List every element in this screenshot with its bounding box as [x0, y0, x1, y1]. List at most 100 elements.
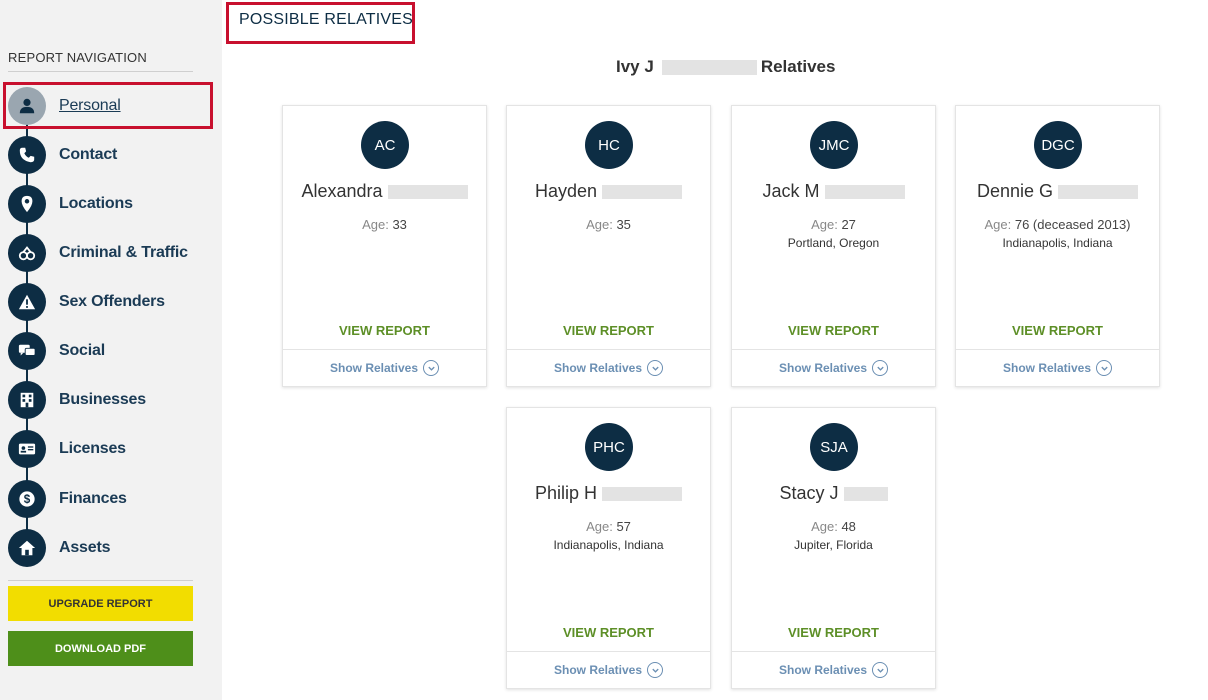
- card-divider: [283, 349, 486, 350]
- sidebar-item-finances[interactable]: $ Finances: [8, 479, 208, 519]
- heading-first-name: Ivy J: [616, 57, 654, 76]
- sidebar-item-label: Assets: [59, 539, 111, 556]
- heading-suffix: Relatives: [760, 57, 836, 76]
- relative-name: Hayden: [507, 181, 710, 202]
- age-value: 35: [616, 217, 631, 232]
- home-icon: [8, 529, 46, 567]
- chevron-down-icon: [647, 360, 664, 376]
- sidebar-item-label: Finances: [59, 490, 127, 507]
- chat-icon: [8, 332, 46, 370]
- upgrade-report-button[interactable]: UPGRADE REPORT: [8, 586, 193, 621]
- sidebar-item-locations[interactable]: Locations: [8, 184, 208, 224]
- download-pdf-button[interactable]: DOWNLOAD PDF: [8, 631, 193, 666]
- relative-first-name: Alexandra: [301, 181, 383, 201]
- sidebar-item-label: Personal: [59, 97, 121, 114]
- avatar: JMC: [810, 121, 858, 169]
- sidebar-item-label: Sex Offenders: [59, 293, 165, 310]
- relative-first-name: Jack M: [762, 181, 820, 201]
- age-value: 76 (deceased 2013): [1014, 217, 1131, 232]
- chevron-down-icon: [423, 360, 440, 376]
- view-report-link[interactable]: VIEW REPORT: [732, 323, 935, 338]
- sidebar-item-personal[interactable]: Personal: [8, 86, 208, 126]
- show-relatives-link[interactable]: Show Relatives: [956, 360, 1159, 376]
- show-relatives-label: Show Relatives: [778, 663, 868, 677]
- show-relatives-label: Show Relatives: [1002, 361, 1092, 375]
- sidebar-divider: [8, 580, 193, 581]
- relative-age: Age: 76 (deceased 2013): [956, 217, 1159, 232]
- relative-first-name: Stacy J: [779, 483, 839, 503]
- age-value: 57: [616, 519, 631, 534]
- show-relatives-label: Show Relatives: [778, 361, 868, 375]
- relative-location: Jupiter, Florida: [794, 538, 873, 552]
- show-relatives-label: Show Relatives: [553, 663, 643, 677]
- view-report-link[interactable]: VIEW REPORT: [507, 625, 710, 640]
- view-report-link[interactable]: VIEW REPORT: [956, 323, 1159, 338]
- show-relatives-link[interactable]: Show Relatives: [507, 360, 710, 376]
- redacted-surname: [1058, 184, 1139, 199]
- sidebar-item-label: Contact: [59, 146, 118, 163]
- view-report-link[interactable]: VIEW REPORT: [732, 625, 935, 640]
- relative-name: Philip H: [507, 483, 710, 504]
- relative-location: Indianapolis, Indiana: [1002, 236, 1113, 250]
- sidebar-item-label: Locations: [59, 195, 133, 212]
- age-label: Age:: [586, 519, 613, 534]
- view-report-link[interactable]: VIEW REPORT: [507, 323, 710, 338]
- sidebar-item-label: Licenses: [59, 440, 126, 457]
- show-relatives-link[interactable]: Show Relatives: [732, 662, 935, 678]
- show-relatives-link[interactable]: Show Relatives: [732, 360, 935, 376]
- relative-location: Indianapolis, Indiana: [553, 538, 664, 552]
- card-divider: [732, 349, 935, 350]
- age-value: 33: [392, 217, 407, 232]
- relative-first-name: Hayden: [534, 181, 598, 201]
- redacted-surname: [387, 184, 468, 199]
- age-value: 48: [841, 519, 856, 534]
- relative-name: Alexandra: [283, 181, 486, 202]
- avatar: AC: [361, 121, 409, 169]
- chevron-down-icon: [647, 662, 664, 678]
- relative-card: JMC Jack M Age: 27 Portland, Oregon VIEW…: [731, 105, 936, 387]
- age-label: Age:: [362, 217, 389, 232]
- report-sidebar: REPORT NAVIGATION Personal Contact Locat…: [0, 0, 222, 700]
- report-navigation-title: REPORT NAVIGATION: [8, 50, 193, 72]
- section-title: POSSIBLE RELATIVES: [239, 11, 414, 28]
- age-label: Age:: [811, 519, 838, 534]
- chevron-down-icon: [872, 662, 889, 678]
- view-report-link[interactable]: VIEW REPORT: [283, 323, 486, 338]
- sidebar-item-businesses[interactable]: Businesses: [8, 380, 208, 420]
- sidebar-item-contact[interactable]: Contact: [8, 135, 208, 175]
- relative-name: Stacy J: [732, 483, 935, 504]
- show-relatives-link[interactable]: Show Relatives: [283, 360, 486, 376]
- show-relatives-link[interactable]: Show Relatives: [507, 662, 710, 678]
- sidebar-item-assets[interactable]: Assets: [8, 528, 208, 568]
- sidebar-item-sex-offenders[interactable]: Sex Offenders: [8, 282, 208, 322]
- redacted-surname: [661, 59, 757, 75]
- relative-card: SJA Stacy J Age: 48 Jupiter, Florida VIE…: [731, 407, 936, 689]
- avatar: DGC: [1034, 121, 1082, 169]
- redacted-surname: [602, 486, 683, 501]
- relative-location: Portland, Oregon: [787, 236, 880, 250]
- relative-name: Dennie G: [956, 181, 1159, 202]
- card-divider: [507, 651, 710, 652]
- relative-name: Jack M: [732, 181, 935, 202]
- card-divider: [956, 349, 1159, 350]
- avatar: PHC: [585, 423, 633, 471]
- sidebar-item-licenses[interactable]: Licenses: [8, 429, 208, 469]
- show-relatives-label: Show Relatives: [329, 361, 419, 375]
- phone-icon: [8, 136, 46, 174]
- chevron-down-icon: [872, 360, 889, 376]
- relative-first-name: Dennie G: [976, 181, 1054, 201]
- relative-age: Age: 57: [507, 519, 710, 534]
- id-card-icon: [8, 430, 46, 468]
- sidebar-item-label: Businesses: [59, 391, 146, 408]
- relative-age: Age: 35: [507, 217, 710, 232]
- sidebar-item-social[interactable]: Social: [8, 331, 208, 371]
- person-icon: [8, 87, 46, 125]
- handcuffs-icon: [8, 234, 46, 272]
- relative-age: Age: 48: [732, 519, 935, 534]
- building-icon: [8, 381, 46, 419]
- redacted-surname: [843, 486, 888, 501]
- dollar-icon: $: [8, 480, 46, 518]
- redacted-surname: [602, 184, 683, 199]
- sidebar-item-criminal-traffic[interactable]: Criminal & Traffic: [8, 233, 208, 273]
- chevron-down-icon: [1096, 360, 1113, 376]
